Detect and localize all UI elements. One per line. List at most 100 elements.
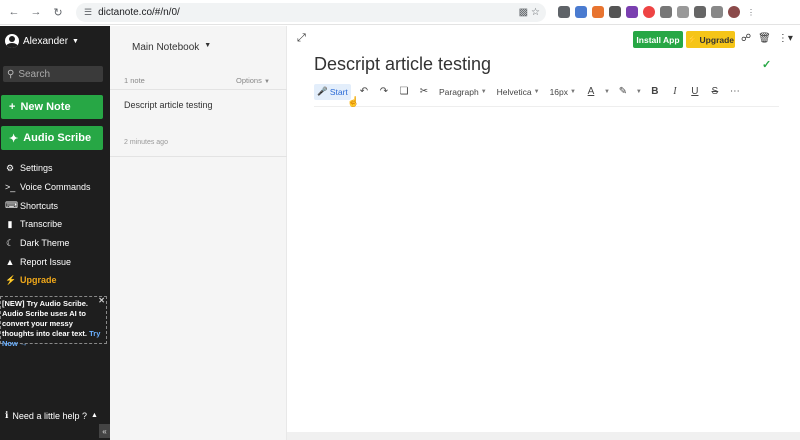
formatting-toolbar: 🎤 Start ↶ ↷ ❏ ✂ Paragraph ▼ Helvetica ▼ … <box>314 83 779 100</box>
chevron-down-icon: ▼ <box>533 88 540 95</box>
italic-icon[interactable]: I <box>668 86 682 97</box>
note-title: Descript article testing <box>124 100 213 110</box>
chevron-up-icon: ▲ <box>90 412 98 419</box>
file-icon: ▮ <box>7 218 13 229</box>
strikethrough-icon[interactable]: S <box>708 86 722 97</box>
kebab-menu-icon[interactable]: ⋮ <box>745 6 757 18</box>
forward-icon[interactable]: → <box>28 4 44 20</box>
search-icon: ⚲ <box>7 68 15 80</box>
help-link[interactable]: ℹ Need a little help ? ▲ <box>5 410 98 421</box>
terminal-icon: >_ <box>5 182 16 193</box>
horizontal-scrollbar[interactable] <box>287 432 800 440</box>
sidebar-item-shortcuts[interactable]: ⌨ Shortcuts <box>5 196 91 215</box>
warning-icon: ▲ <box>5 256 15 267</box>
sidebar-menu: ⚙ Settings >_ Voice Commands ⌨ Shortcuts… <box>5 159 91 290</box>
divider <box>110 89 287 90</box>
highlight-icon[interactable]: ✎ <box>616 86 630 97</box>
editor-actions: ☍ 🗑 ⋮▾ <box>741 33 793 44</box>
extension-icon[interactable] <box>626 6 638 18</box>
site-info-icon[interactable]: ☰ <box>84 7 92 18</box>
microphone-icon: 🎤 <box>317 86 328 96</box>
note-title-input[interactable]: Descript article testing <box>314 54 491 75</box>
audio-scribe-promo: ✕ [NEW] Try Audio Scribe. Audio Scribe u… <box>0 296 107 348</box>
sidebar: Alexander ▼ ⚲ + New Note ✦ Audio Scribe … <box>0 26 110 440</box>
gear-icon: ⚙ <box>5 162 15 173</box>
keyboard-icon: ⌨ <box>5 200 18 211</box>
sidepanel-icon[interactable] <box>711 6 723 18</box>
divider <box>110 156 287 157</box>
trash-icon[interactable]: 🗑 <box>758 33 771 44</box>
profile-avatar-icon[interactable] <box>728 6 740 18</box>
search-box[interactable]: ⚲ <box>3 66 103 82</box>
block-format-select[interactable]: Paragraph ▼ <box>437 86 489 98</box>
close-icon[interactable]: ✕ <box>98 296 105 306</box>
magic-wand-icon: ✦ <box>9 132 19 145</box>
extension-icon[interactable] <box>643 6 655 18</box>
user-avatar-icon <box>5 34 19 48</box>
audio-scribe-button[interactable]: ✦ Audio Scribe <box>1 126 103 150</box>
chevron-down-icon: ▼ <box>72 37 79 45</box>
mouse-cursor-icon: ☝ <box>347 97 360 108</box>
back-icon[interactable]: ← <box>6 4 22 20</box>
copy-icon[interactable]: ❏ <box>397 86 411 97</box>
notes-list-panel: Main Notebook ▼ 1 note Options ▼ Descrip… <box>110 26 287 440</box>
chevron-down-icon: ▼ <box>480 88 487 95</box>
plus-icon: + <box>9 101 16 113</box>
text-color-icon[interactable]: A <box>584 86 598 97</box>
bold-icon[interactable]: B <box>648 86 662 97</box>
chevron-down-icon: ▼ <box>204 42 212 49</box>
options-dropdown[interactable]: Options ▼ <box>236 76 270 85</box>
download-icon[interactable] <box>694 6 706 18</box>
font-size-select[interactable]: 16px ▼ <box>548 86 578 98</box>
sidebar-item-transcribe[interactable]: ▮ Transcribe <box>5 215 91 234</box>
install-icon[interactable]: ▩ <box>519 7 528 18</box>
sidebar-item-upgrade[interactable]: ⚡ Upgrade <box>5 271 91 290</box>
sidebar-item-settings[interactable]: ⚙ Settings <box>5 159 91 178</box>
start-dictation-button[interactable]: 🎤 Start <box>314 83 351 100</box>
notebook-selector[interactable]: Main Notebook ▼ <box>132 42 211 53</box>
search-input[interactable] <box>18 68 99 80</box>
redo-icon[interactable]: ↷ <box>377 86 391 97</box>
note-timestamp: 2 minutes ago <box>124 139 168 146</box>
upgrade-button[interactable]: ⚡ Upgrade <box>686 31 735 48</box>
divider <box>314 106 779 107</box>
info-icon: ℹ <box>5 410 9 420</box>
bolt-icon: ⚡ <box>686 34 698 44</box>
undo-icon[interactable]: ↶ <box>357 86 371 97</box>
sidebar-item-voice-commands[interactable]: >_ Voice Commands <box>5 178 91 197</box>
address-bar[interactable]: ☰ dictanote.co/#/n/0/ ▩ ☆ <box>76 2 546 22</box>
more-horizontal-icon[interactable]: ⋯ <box>728 86 742 97</box>
expand-icon[interactable]: ⤢ <box>297 32 306 45</box>
chevron-down-icon: ▼ <box>570 88 576 95</box>
sidebar-item-dark-theme[interactable]: ☾ Dark Theme <box>5 234 91 253</box>
cut-icon[interactable]: ✂ <box>417 86 431 97</box>
user-menu[interactable]: Alexander ▼ <box>5 34 79 48</box>
extension-icon[interactable] <box>609 6 621 18</box>
chevron-down-icon: ▼ <box>263 79 270 85</box>
chevron-down-icon[interactable]: ▼ <box>604 89 610 95</box>
extension-icons: ⋮ <box>558 6 757 18</box>
underline-icon[interactable]: U <box>688 86 702 97</box>
saved-check-icon: ✓ <box>762 59 772 71</box>
extension-icon[interactable] <box>592 6 604 18</box>
share-icon[interactable]: ☍ <box>741 33 751 44</box>
puzzle-icon[interactable] <box>660 6 672 18</box>
bookmark-star-icon[interactable]: ☆ <box>531 7 540 18</box>
chevron-down-icon[interactable]: ▼ <box>636 89 642 95</box>
editor-panel: ⤢ Install App ⚡ Upgrade ☍ 🗑 ⋮▾ Descript … <box>287 26 800 440</box>
new-note-button[interactable]: + New Note <box>1 95 103 119</box>
moon-icon: ☾ <box>5 237 15 248</box>
install-app-button[interactable]: Install App <box>633 31 683 48</box>
media-icon[interactable] <box>677 6 689 18</box>
url-text: dictanote.co/#/n/0/ <box>98 6 180 18</box>
more-vertical-icon[interactable]: ⋮▾ <box>778 33 793 44</box>
extension-icon[interactable] <box>558 6 570 18</box>
user-name: Alexander <box>23 35 69 47</box>
reload-icon[interactable]: ↻ <box>50 4 66 20</box>
extension-icon[interactable] <box>575 6 587 18</box>
collapse-sidebar-icon[interactable]: « <box>99 424 110 438</box>
note-count: 1 note <box>124 76 145 85</box>
sidebar-item-report-issue[interactable]: ▲ Report Issue <box>5 252 91 271</box>
browser-toolbar: ← → ↻ ☰ dictanote.co/#/n/0/ ▩ ☆ ⋮ <box>0 0 800 25</box>
font-family-select[interactable]: Helvetica ▼ <box>495 86 542 98</box>
